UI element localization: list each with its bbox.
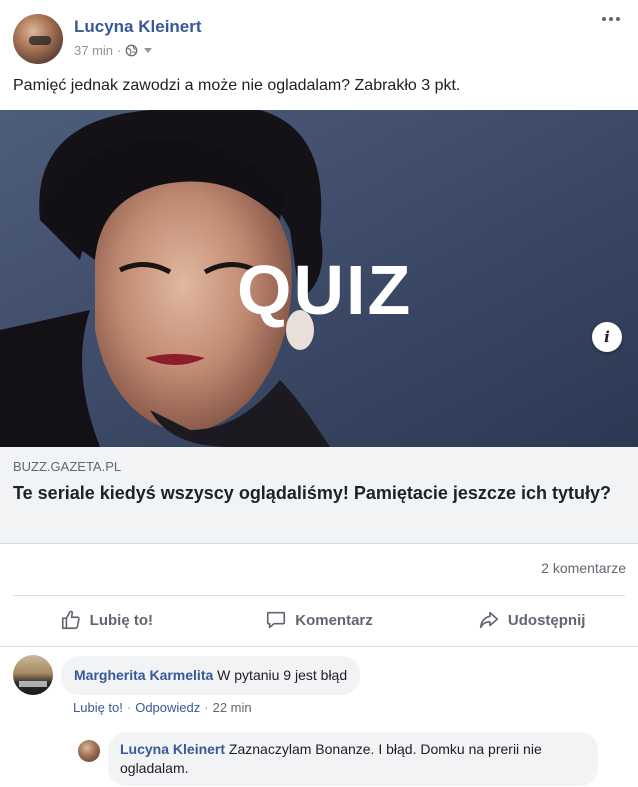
comment-author[interactable]: Margherita Karmelita [74,667,213,683]
info-icon[interactable]: i [592,322,622,352]
reply-author[interactable]: Lucyna Kleinert [120,741,225,757]
comment-reply-link[interactable]: Odpowiedz [135,700,200,715]
comment-bubble-icon [267,611,286,629]
author-name[interactable]: Lucyna Kleinert [74,17,202,37]
link-title[interactable]: Te seriale kiedyś wszyscy oglądaliśmy! P… [13,481,623,505]
comment-text: W pytaniu 9 jest błąd [217,667,348,683]
post-timestamp[interactable]: 37 min [74,43,113,58]
link-preview[interactable]: BUZZ.GAZETA.PL Te seriale kiedyś wszyscy… [0,447,638,544]
quiz-overlay-text: QUIZ [237,251,413,329]
comment-count[interactable]: 2 komentarze [541,560,626,576]
comment-like-link[interactable]: Lubię to! [73,700,123,715]
like-button[interactable]: Lubię to! [0,600,213,640]
comment-actions: Lubię to! · Odpowiedz · 22 min [73,700,252,715]
commenter-avatar[interactable] [13,655,53,695]
globe-icon[interactable] [125,44,138,57]
reply-bubble: Lucyna Kleinert Zaznaczylam Bonanze. I b… [108,732,598,786]
share-button[interactable]: Udostępnij [425,600,638,640]
divider [0,646,638,647]
action-bar: Lubię to! Komentarz Udostępnij [0,600,638,640]
separator: · [126,700,132,715]
divider [13,595,625,596]
more-options-icon[interactable] [602,14,624,24]
comment-label: Komentarz [295,611,373,629]
post-text: Pamięć jednak zawodzi a może nie ogladal… [13,77,461,94]
share-arrow-icon [479,611,498,629]
author-avatar[interactable] [13,14,63,64]
comment-time[interactable]: 22 min [213,700,252,715]
reply-avatar[interactable] [78,740,100,762]
post-image[interactable]: QUIZ [0,110,638,447]
like-label: Lubię to! [89,611,153,629]
link-domain: BUZZ.GAZETA.PL [13,459,122,474]
meta-separator: · [117,43,122,58]
post-meta: 37 min · [74,43,153,58]
share-label: Udostępnij [507,611,586,629]
thumbs-up-icon [61,610,80,630]
comment-button[interactable]: Komentarz [213,600,426,640]
comment-bubble: Margherita Karmelita W pytaniu 9 jest bł… [61,656,361,695]
separator: · [204,700,209,715]
privacy-dropdown-icon[interactable] [144,48,153,53]
post-header: Lucyna Kleinert 37 min · [0,0,638,66]
